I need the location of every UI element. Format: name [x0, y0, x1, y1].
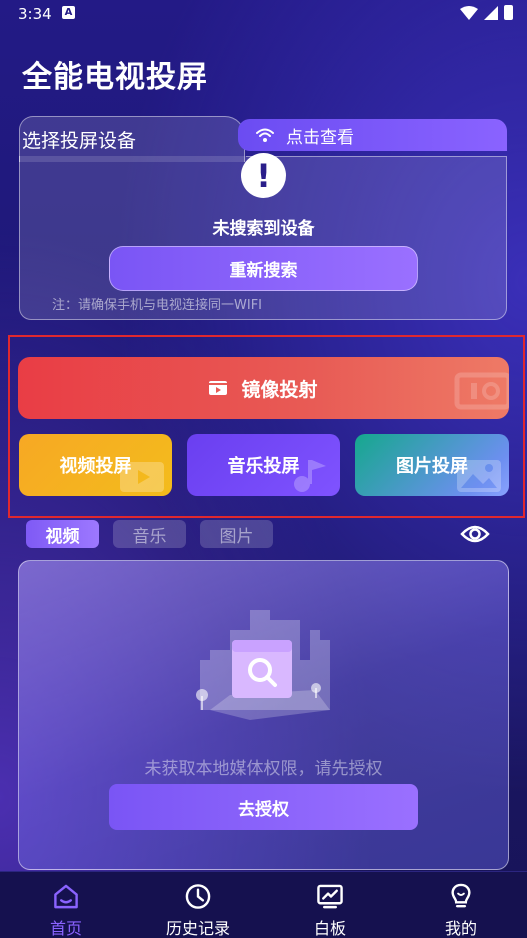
- profile-icon: [451, 883, 471, 908]
- nav-profile[interactable]: 我的: [395, 872, 527, 938]
- app-title: 全能电视投屏: [22, 60, 208, 95]
- select-device-title: 选择投屏设备: [22, 130, 137, 152]
- music-cast-button[interactable]: 音乐投屏: [187, 434, 340, 496]
- mirror-cast-button[interactable]: 镜像投射: [18, 357, 509, 419]
- mirror-cast-label: 镜像投射: [241, 378, 318, 401]
- nav-history-label: 历史记录: [165, 919, 230, 938]
- notification-icon: A: [62, 6, 75, 19]
- wifi-icon: [256, 128, 274, 142]
- nav-history[interactable]: 历史记录: [132, 872, 264, 938]
- mirror-decoration-icon: [454, 372, 509, 410]
- bottom-nav: 首页 历史记录 白板 我的: [0, 871, 527, 938]
- status-bar: 3:34 A: [0, 0, 527, 30]
- film-icon: [209, 381, 228, 395]
- check-devices-label: 点击查看: [286, 127, 354, 148]
- video-cast-button[interactable]: 视频投屏: [19, 434, 172, 496]
- nav-home[interactable]: 首页: [0, 872, 132, 938]
- research-button[interactable]: 重新搜索: [109, 246, 418, 291]
- status-time: 3:34: [18, 5, 52, 23]
- tab-video[interactable]: 视频: [26, 520, 99, 548]
- video-decoration-icon: [120, 462, 164, 492]
- signal-icon: [484, 5, 498, 20]
- alert-icon: !: [241, 153, 286, 198]
- permission-text: 未获取本地媒体权限，请先授权: [144, 759, 383, 779]
- eye-icon[interactable]: [460, 522, 490, 546]
- nav-home-label: 首页: [49, 919, 82, 938]
- nav-whiteboard[interactable]: 白板: [264, 872, 396, 938]
- music-decoration-icon: [294, 460, 326, 492]
- wifi-note: 注：请确保手机与电视连接同一WIFI: [52, 298, 262, 313]
- authorize-button[interactable]: 去授权: [109, 784, 418, 830]
- whiteboard-icon: [317, 884, 343, 909]
- tab-music[interactable]: 音乐: [113, 520, 186, 548]
- battery-icon: [504, 5, 513, 20]
- status-icons: [460, 5, 513, 20]
- no-device-text: 未搜索到设备: [212, 219, 315, 239]
- picture-cast-button[interactable]: 图片投屏: [355, 434, 509, 496]
- nav-profile-label: 我的: [444, 919, 477, 938]
- home-icon: [54, 884, 78, 909]
- empty-media-illustration: [196, 610, 330, 720]
- nav-whiteboard-label: 白板: [313, 919, 346, 938]
- tab-picture[interactable]: 图片: [200, 520, 273, 548]
- check-devices-tab[interactable]: 点击查看: [238, 119, 507, 151]
- clock-icon: [185, 884, 211, 909]
- wifi-status-icon: [460, 5, 478, 20]
- picture-decoration-icon: [457, 460, 501, 492]
- media-tabs: 视频 音乐 图片: [26, 520, 273, 548]
